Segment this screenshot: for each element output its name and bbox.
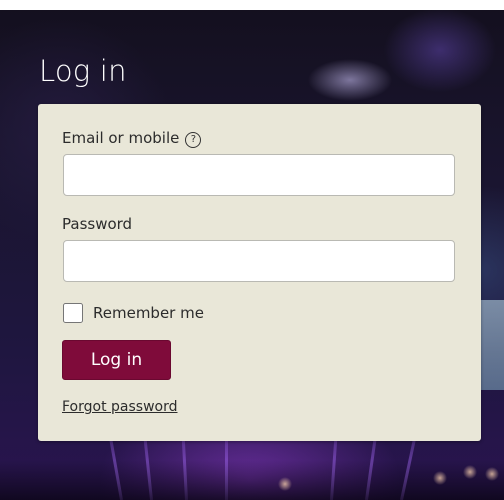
remember-me-checkbox[interactable] (63, 303, 83, 323)
login-button[interactable]: Log in (62, 340, 171, 380)
password-label: Password (62, 215, 133, 233)
login-panel: Email or mobile? Password Remember me Lo… (38, 104, 481, 441)
background-screen (478, 300, 504, 390)
question-circle-icon[interactable]: ? (185, 132, 202, 148)
page-title: Log in (39, 54, 127, 88)
email-label: Email or mobile? (62, 128, 202, 148)
login-page: Log in Email or mobile? Password Remembe… (0, 0, 504, 500)
email-label-text: Email or mobile (62, 129, 180, 147)
top-strip (0, 0, 504, 10)
forgot-password-link[interactable]: Forgot password (62, 399, 178, 415)
password-field[interactable] (63, 240, 455, 282)
remember-me-label[interactable]: Remember me (93, 304, 204, 322)
remember-me-row: Remember me (63, 302, 204, 324)
email-field[interactable] (63, 154, 455, 196)
audience (0, 460, 504, 500)
